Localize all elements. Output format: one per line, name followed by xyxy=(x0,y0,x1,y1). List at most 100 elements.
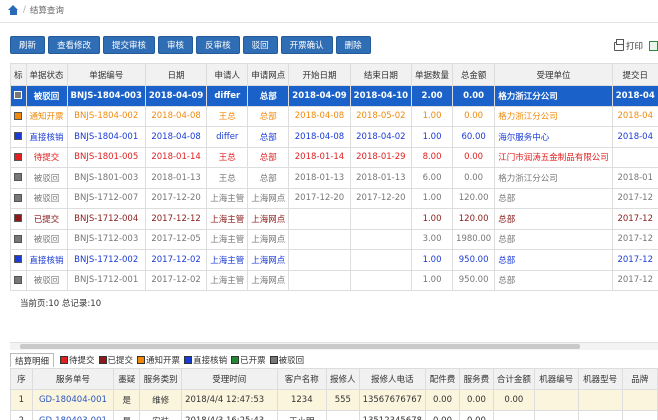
column-header-1: 单据状态 xyxy=(25,63,68,86)
cell-date: 2017-12-02 xyxy=(144,249,208,271)
status-flag-cell xyxy=(10,187,27,209)
cell-applicant: differ xyxy=(206,126,249,148)
cell-submit: 2018-04 xyxy=(611,105,658,127)
detail-row[interactable]: 2GD-180403-001是安装2018/4/3 16:25:43王小明 135… xyxy=(10,410,658,420)
scrollbar-thumb[interactable] xyxy=(20,344,580,349)
table-row[interactable]: 待提交 BNJS-1801-005 2018-01-14 王总 总部 2018-01-14… xyxy=(10,146,658,168)
cell-branch: 总部 xyxy=(247,146,290,168)
tab-settlement-detail[interactable]: 结算明细 xyxy=(10,353,55,367)
detail-cell-no[interactable]: GD-180404-001 xyxy=(31,389,115,411)
cell-applicant: 上海主管 xyxy=(206,249,249,271)
cell-date: 2018-04-08 xyxy=(144,105,208,127)
cell-status: 被驳回 xyxy=(25,228,68,250)
detail-column-header-11: 机器编号 xyxy=(533,368,579,390)
print-button[interactable]: 打印 xyxy=(613,38,643,52)
detail-cell-time: 2018/4/3 16:25:43 xyxy=(181,410,278,420)
breadcrumb-current: 结算查询 xyxy=(29,6,64,16)
detail-row[interactable]: 1 GD-180404-001 是维修 2018/4/4 12:47:53 1234 55… xyxy=(10,389,658,411)
cell-branch: 上海网点 xyxy=(247,187,290,209)
legend-swatch-icon xyxy=(231,356,240,364)
table-header: 标单据状态 单据编号 日期 申请人 申请网点 开始日期 结束日期 单据数量 总金额 受理单位 提交日 xyxy=(10,63,658,86)
cell-no: BNJS-1712-003 xyxy=(66,228,146,250)
table-row[interactable]: 被驳回 BNJS-1804-003 2018-04-09 differ 总部 2018-0… xyxy=(10,85,658,107)
table-row[interactable]: 直接核销 BNJS-1712-002 2017-12-02 上海主管 上海网点 1.00 9… xyxy=(10,249,658,271)
column-header-11: 提交日 xyxy=(611,63,658,86)
cell-unit: 格力浙江分公司 xyxy=(494,85,613,107)
cell-submit: 2018-01 xyxy=(611,167,658,189)
cell-amount: 60.00 xyxy=(452,126,496,148)
detail-cell-parts: 0.00 xyxy=(425,389,460,411)
cell-start: 2018-04-08 xyxy=(288,126,351,148)
submit-review-button[interactable]: 提交审核 xyxy=(103,36,156,54)
status-flag-cell xyxy=(10,228,27,250)
cell-end: 2018-01-29 xyxy=(349,146,413,168)
cell-date: 2017-12-02 xyxy=(144,269,208,291)
unapprove-button[interactable]: 反审核 xyxy=(196,36,240,54)
detail-header: 序服务单号 墨疑 服务类别 受理时间 客户名称 报修人 报修人电话 配件费 服务费 合计金额 机器编… xyxy=(10,368,658,390)
legend-swatch-icon xyxy=(137,356,146,364)
legend-label: 被驳回 xyxy=(278,356,305,366)
legend-item: 直接核销 xyxy=(184,354,227,366)
total-label: 总记录: xyxy=(61,299,91,309)
cell-applicant: differ xyxy=(206,85,249,107)
status-flag-icon xyxy=(14,152,23,161)
cell-end xyxy=(349,208,413,230)
cell-end: 2018-04-02 xyxy=(349,126,413,148)
cell-start xyxy=(288,228,351,250)
cell-amount: 120.00 xyxy=(452,208,496,230)
table-row[interactable]: 被驳回 BNJS-1712-001 2017-12-02 上海主管 上海网点 1.00 95… xyxy=(10,269,658,291)
detail-cell-reporter xyxy=(326,410,360,420)
table-row[interactable]: 被驳回 BNJS-1801-003 2018-01-13 王总 总部 2018-01-13… xyxy=(10,167,658,189)
cell-unit: 江门市润涛五金制品有限公司 xyxy=(494,146,613,168)
cell-status: 被驳回 xyxy=(25,85,68,107)
detail-cell-machine_no xyxy=(533,410,579,420)
export-icon[interactable] xyxy=(649,41,658,51)
reject-button[interactable]: 驳回 xyxy=(242,36,278,54)
cell-qty: 8.00 xyxy=(411,146,454,168)
cell-status: 被驳回 xyxy=(25,187,68,209)
detail-cell-total xyxy=(492,410,535,420)
cell-status: 被驳回 xyxy=(25,269,68,291)
table-row[interactable]: 被驳回 BNJS-1712-007 2017-12-20 上海主管 上海网点 2017-1… xyxy=(10,187,658,209)
approve-button[interactable]: 审核 xyxy=(158,36,194,54)
view-edit-button[interactable]: 查看修改 xyxy=(48,36,101,54)
refresh-button[interactable]: 刷新 xyxy=(10,36,46,54)
cell-submit: 2017-12 xyxy=(611,269,658,291)
cell-start: 2018-04-09 xyxy=(288,85,351,107)
cell-amount: 1980.00 xyxy=(452,228,496,250)
detail-cell-no[interactable]: GD-180403-001 xyxy=(31,410,115,420)
detail-column-header-12: 机器型号 xyxy=(577,368,623,390)
cell-no: BNJS-1804-003 xyxy=(66,85,146,107)
breadcrumb-separator: / xyxy=(23,5,26,15)
status-flag-cell xyxy=(10,126,27,148)
delete-button[interactable]: 删除 xyxy=(335,36,371,54)
cell-no: BNJS-1804-002 xyxy=(66,105,146,127)
detail-cell-customer: 1234 xyxy=(276,389,328,411)
detail-cell-brand xyxy=(621,410,658,420)
invoice-confirm-button[interactable]: 开票确认 xyxy=(280,36,333,54)
table-row[interactable]: 被驳回 BNJS-1712-003 2017-12-05 上海主管 上海网点 3.00 19… xyxy=(10,228,658,250)
table-row[interactable]: 通知开票 BNJS-1804-002 2018-04-08 王总 总部 2018-04-0… xyxy=(10,105,658,127)
column-header-9: 总金额 xyxy=(452,63,496,86)
legend-label: 已开票 xyxy=(240,356,266,366)
table-row[interactable]: 直接核销 BNJS-1804-001 2018-04-08 differ 总部 2018-… xyxy=(10,126,658,148)
home-icon[interactable] xyxy=(8,5,19,15)
toolbar-right: 打印 xyxy=(613,38,658,52)
cell-date: 2018-04-08 xyxy=(144,126,208,148)
table-row[interactable]: 已提交 BNJS-1712-004 2017-12-12 上海主管 上海网点 1.00 12… xyxy=(10,208,658,230)
cell-qty: 1.00 xyxy=(411,249,454,271)
cell-amount: 950.00 xyxy=(452,249,496,271)
breadcrumb: / 结算查询 xyxy=(8,3,64,17)
detail-cell-total: 0.00 xyxy=(492,389,535,411)
horizontal-scrollbar[interactable] xyxy=(10,342,658,350)
detail-column-header-4: 受理时间 xyxy=(181,368,278,390)
legend-swatch-icon xyxy=(98,356,107,364)
detail-cell-time: 2018/4/4 12:47:53 xyxy=(181,389,278,411)
total-value: 10 xyxy=(90,299,102,309)
cell-applicant: 上海主管 xyxy=(206,269,249,291)
detail-cell-flag: 是 xyxy=(113,389,141,411)
cell-unit: 总部 xyxy=(494,187,613,209)
cell-end xyxy=(349,228,413,250)
cell-start xyxy=(288,269,351,291)
detail-cell-model xyxy=(577,410,623,420)
